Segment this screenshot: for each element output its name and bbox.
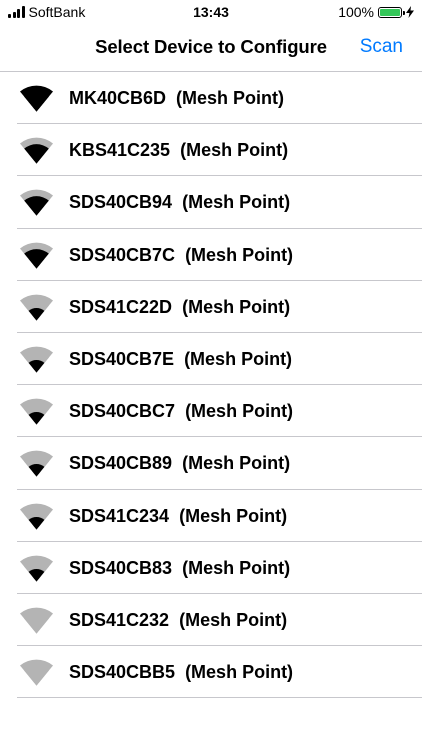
device-type: (Mesh Point) — [184, 348, 293, 369]
device-label: SDS41C234 (Mesh Point) — [69, 506, 287, 527]
device-type: (Mesh Point) — [185, 401, 294, 422]
status-bar: SoftBank 13:43 100% — [0, 0, 422, 24]
charging-bolt-icon — [406, 6, 414, 18]
device-label: SDS41C232 (Mesh Point) — [69, 610, 287, 631]
device-list-item-sds40cb94[interactable]: SDS40CB94 (Mesh Point) — [0, 176, 422, 229]
device-list-item-kbs41c235[interactable]: KBS41C235 (Mesh Point) — [0, 124, 422, 177]
device-type: (Mesh Point) — [182, 296, 291, 317]
scan-button[interactable]: Scan — [360, 36, 403, 58]
device-label: SDS40CB83 (Mesh Point) — [69, 558, 290, 579]
device-list-item-mk40cb6d[interactable]: MK40CB6D (Mesh Point) — [0, 72, 422, 125]
device-name: SDS41C232 — [69, 609, 170, 630]
wifi-signal-icon — [20, 607, 53, 634]
device-list-item-sds40cbb5[interactable]: SDS40CBB5 (Mesh Point) — [0, 646, 422, 699]
device-type: (Mesh Point) — [182, 192, 291, 213]
device-type: (Mesh Point) — [185, 244, 294, 265]
device-name: SDS40CB94 — [69, 192, 173, 213]
device-name: SDS40CB83 — [69, 557, 173, 578]
device-name: MK40CB6D — [69, 88, 167, 108]
device-type: (Mesh Point) — [185, 662, 294, 683]
device-label: SDS40CB94 (Mesh Point) — [69, 192, 290, 213]
device-label: MK40CB6D (Mesh Point) — [69, 88, 284, 109]
device-label: SDS40CB89 (Mesh Point) — [69, 453, 290, 474]
wifi-signal-icon — [20, 398, 53, 425]
device-type: (Mesh Point) — [182, 453, 291, 474]
device-list-item-sds40cb7c[interactable]: SDS40CB7C (Mesh Point) — [0, 229, 422, 281]
wifi-signal-icon — [20, 450, 53, 477]
wifi-signal-icon — [20, 503, 53, 529]
device-list: MK40CB6D (Mesh Point) KBS41C235 (Mesh Po… — [0, 72, 422, 699]
wifi-signal-icon — [20, 242, 53, 269]
device-type: (Mesh Point) — [179, 505, 288, 526]
device-name: SDS41C234 — [69, 505, 170, 526]
wifi-signal-icon — [20, 85, 53, 112]
device-label: SDS40CBB5 (Mesh Point) — [69, 662, 293, 683]
device-type: (Mesh Point) — [176, 88, 285, 108]
device-label: SDS41C22D (Mesh Point) — [69, 297, 290, 318]
device-list-item-sds40cb89[interactable]: SDS40CB89 (Mesh Point) — [0, 437, 422, 490]
battery-percent: 100% — [338, 4, 374, 20]
navigation-bar: Select Device to Configure Scan — [0, 24, 422, 72]
page-title: Select Device to Configure — [95, 36, 327, 57]
device-label: SDS40CB7E (Mesh Point) — [69, 349, 292, 370]
device-list-item-sds41c232[interactable]: SDS41C232 (Mesh Point) — [0, 594, 422, 647]
device-list-item-sds40cbc7[interactable]: SDS40CBC7 (Mesh Point) — [0, 385, 422, 438]
device-list-item-sds41c234[interactable]: SDS41C234 (Mesh Point) — [0, 490, 422, 542]
wifi-signal-icon — [20, 555, 53, 582]
device-label: SDS40CB7C (Mesh Point) — [69, 245, 293, 266]
status-bar-right: 100% — [338, 4, 414, 20]
device-name: SDS40CB7E — [69, 348, 175, 369]
device-label: SDS40CBC7 (Mesh Point) — [69, 401, 293, 422]
device-list-item-sds41c22d[interactable]: SDS41C22D (Mesh Point) — [0, 281, 422, 334]
wifi-signal-icon — [20, 294, 53, 321]
device-name: SDS41C22D — [69, 296, 173, 317]
wifi-signal-icon — [20, 137, 53, 164]
device-type: (Mesh Point) — [182, 557, 291, 578]
device-label: KBS41C235 (Mesh Point) — [69, 140, 288, 161]
device-name: SDS40CB7C — [69, 244, 176, 265]
device-name: SDS40CB89 — [69, 453, 173, 474]
wifi-signal-icon — [20, 346, 53, 373]
device-list-item-sds40cb7e[interactable]: SDS40CB7E (Mesh Point) — [0, 333, 422, 386]
device-list-item-sds40cb83[interactable]: SDS40CB83 (Mesh Point) — [0, 542, 422, 595]
device-name: SDS40CBB5 — [69, 662, 176, 683]
device-name: KBS41C235 — [69, 140, 171, 161]
wifi-signal-icon — [20, 659, 53, 686]
device-type: (Mesh Point) — [179, 609, 288, 630]
battery-level-fill — [380, 8, 400, 16]
device-type: (Mesh Point) — [180, 140, 289, 161]
device-name: SDS40CBC7 — [69, 401, 176, 422]
battery-icon — [378, 6, 405, 18]
wifi-signal-icon — [20, 189, 53, 216]
